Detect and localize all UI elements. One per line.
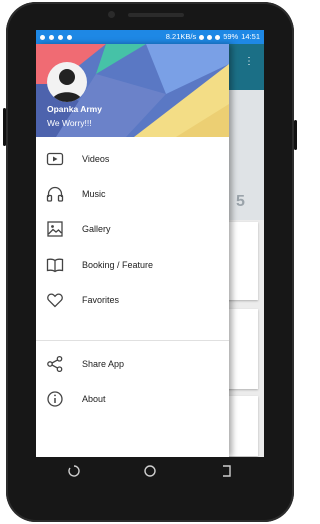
video-icon (46, 152, 64, 166)
menu-item-favorites[interactable]: Favorites (36, 284, 229, 316)
home-icon[interactable] (143, 464, 157, 478)
menu-item-gallery[interactable]: Gallery (36, 213, 229, 245)
notification-icon (58, 34, 63, 40)
headphones-icon (46, 186, 64, 202)
menu-label: Gallery (82, 224, 111, 234)
network-speed: 8.21KB/s (165, 32, 197, 41)
recent-apps-icon[interactable] (219, 464, 233, 478)
back-icon[interactable] (67, 464, 81, 478)
status-bar: 8.21KB/s 59% 14:51 (36, 30, 264, 44)
menu-label: Share App (82, 359, 125, 369)
drawer-header: Opanka Army We Worry!!! (36, 44, 229, 137)
navigation-drawer: Opanka Army We Worry!!! Videos Music Gal… (36, 44, 229, 457)
menu-label: Favorites (82, 295, 120, 305)
notification-icon (49, 34, 54, 40)
clock: 14:51 (241, 32, 260, 41)
user-icon (52, 69, 82, 102)
battery-level: 59% (223, 32, 239, 41)
banner-text: 5 (236, 193, 245, 210)
notification-icon (67, 34, 72, 40)
menu-label: Booking / Feature (82, 260, 154, 270)
info-icon (47, 391, 63, 407)
image-icon (47, 221, 63, 237)
menu-item-videos[interactable]: Videos (36, 143, 229, 175)
menu-item-about[interactable]: About (36, 383, 229, 415)
wifi-icon (199, 34, 205, 40)
avatar[interactable] (47, 62, 87, 102)
menu-item-booking[interactable]: Booking / Feature (36, 249, 229, 281)
heart-icon (47, 293, 63, 308)
front-camera (108, 11, 115, 18)
menu-item-share-app[interactable]: Share App (36, 348, 229, 380)
menu-label: Music (82, 189, 106, 199)
volume-button (3, 108, 6, 146)
menu-label: Videos (82, 154, 110, 164)
menu-item-music[interactable]: Music (36, 178, 229, 210)
menu-label: About (82, 394, 106, 404)
overflow-menu-icon[interactable]: ⋮ (244, 56, 254, 67)
book-icon (46, 258, 64, 273)
signal-icon (207, 34, 213, 40)
navigation-bar (36, 457, 264, 485)
earpiece-speaker (128, 13, 184, 17)
menu-divider (36, 340, 229, 341)
notification-icon (40, 34, 45, 40)
power-button (294, 120, 297, 150)
user-name: Opanka Army (47, 104, 102, 114)
user-tagline: We Worry!!! (47, 118, 92, 128)
screen: ⋮ 5 hare ono hare hare 8.21KB/s 59% (36, 30, 264, 457)
share-icon (47, 355, 63, 373)
signal-icon (215, 34, 221, 40)
